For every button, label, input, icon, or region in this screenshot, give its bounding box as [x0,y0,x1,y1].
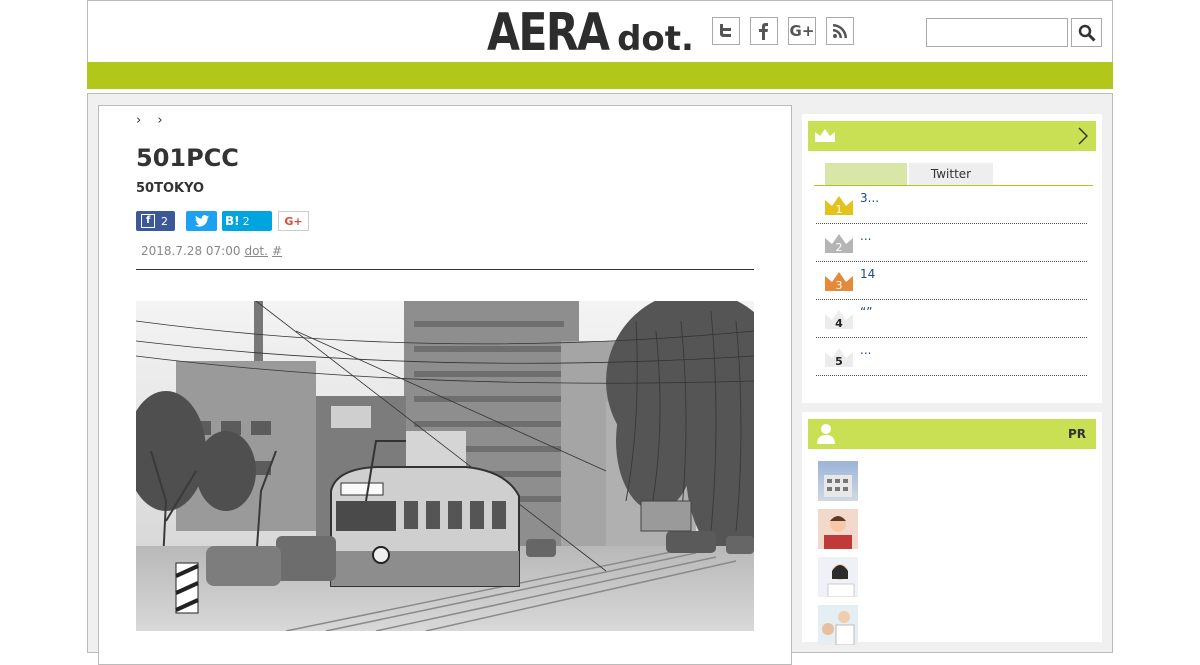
ranking-header[interactable] [808,121,1096,151]
google-plus-glyph: G+ [789,22,815,40]
ranking-item-title[interactable]: 3... [860,191,879,205]
google-plus-share-label: G+ [284,214,303,228]
svg-text:3: 3 [836,279,843,292]
ranking-tab-twitter[interactable]: Twitter [909,163,993,185]
twitter-icon[interactable] [712,17,740,45]
person-icon [817,424,835,444]
facebook-icon[interactable] [750,17,778,45]
divider [136,269,754,270]
rank-crown-bronze-icon: 3 [825,272,853,292]
google-plus-icon[interactable]: G+ [788,17,816,45]
ranking-item[interactable]: 1 3... [816,185,1087,224]
logo-dot-rest: ot. [641,19,694,59]
twitter-share-button[interactable] [186,211,217,231]
ranking-item-title[interactable]: ... [860,229,871,243]
search-button[interactable] [1071,18,1102,47]
logo-dot-d: d [617,19,642,59]
svg-text:4: 4 [835,317,843,330]
hatena-icon: B! [225,214,240,228]
pr-thumbnail-woman[interactable] [818,557,858,598]
breadcrumb[interactable]: › › [136,113,169,128]
search-input[interactable] [926,18,1068,47]
pr-header: PR [808,419,1096,449]
pr-thumbnail-doctor[interactable] [818,605,858,646]
site-header: AERA dot. G+ [87,0,1113,63]
streetcar-photo-illustration [136,301,754,631]
ranking-widget: Twitter 1 3... 2 ... 3 14 4 “” 5 ... [802,114,1102,403]
google-plus-share-button[interactable]: G+ [278,211,309,231]
ranking-item-title[interactable]: ... [860,343,871,357]
ranking-item-title[interactable]: “” [860,305,872,319]
nav-bar [87,62,1113,89]
facebook-share-button[interactable]: f 2 [136,211,175,231]
search-icon [1078,24,1096,42]
logo-aera-text: AERA [487,3,610,63]
svg-text:2: 2 [836,241,843,254]
rss-icon[interactable] [826,17,854,45]
svg-text:1: 1 [836,203,843,216]
article-photo [136,301,754,631]
hatena-bookmark-button[interactable]: B! 2 [222,211,272,231]
tag-link[interactable]: # [272,244,282,258]
article-meta: 2018.7.28 07:00 dot. # [141,244,282,258]
svg-text:5: 5 [835,355,843,368]
rank-crown-plain-icon: 5 [825,348,853,368]
pr-thumbnail-girl[interactable] [818,509,858,549]
logo-dot-text: dot. [617,19,694,59]
article-subtitle: 50TOKYO [136,181,205,196]
rank-crown-silver-icon: 2 [825,234,853,254]
facebook-share-count: 2 [161,214,168,228]
rank-crown-gold-icon: 1 [825,196,853,216]
article-date: 2018.7.28 07:00 [141,244,241,258]
ranking-item[interactable]: 4 “” [816,299,1087,338]
facebook-icon: f [141,214,155,228]
rank-crown-plain-icon: 4 [825,310,853,330]
ranking-item[interactable]: 5 ... [816,337,1087,376]
chevron-right-icon[interactable] [1078,127,1088,145]
article-title: 501PCC [136,144,239,172]
site-logo[interactable]: AERA dot. [487,7,694,59]
ranking-item[interactable]: 3 14 [816,261,1087,300]
pr-label: PR [1067,427,1086,441]
hatena-count: 2 [242,214,250,228]
ranking-item[interactable]: 2 ... [816,223,1087,262]
pr-thumbnail-building[interactable] [818,461,858,501]
source-link[interactable]: dot. [244,244,267,258]
ranking-item-title[interactable]: 14 [860,267,875,281]
twitter-bird-icon [194,215,209,227]
ranking-tab-general[interactable] [825,163,907,185]
crown-icon [815,129,835,142]
pr-widget: PR [802,412,1102,646]
